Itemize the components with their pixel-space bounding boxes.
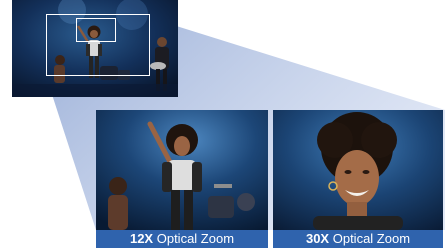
30x-caption-text: Optical Zoom	[329, 231, 411, 246]
12x-caption-label: 12X Optical Zoom	[96, 230, 268, 248]
30x-zoom-photo	[273, 110, 443, 230]
30x-caption-label: 30X Optical Zoom	[273, 230, 443, 248]
12x-caption-strong: 12X	[129, 231, 154, 246]
30x-caption-strong: 30X	[305, 231, 330, 246]
zoom-comparison-graphic: 12X Optical Zoom 30X Optical Zoom	[0, 0, 445, 248]
12x-zoom-photo	[96, 110, 268, 230]
12x-caption-text: Optical Zoom	[153, 231, 235, 246]
30x-zoom-region-frame	[76, 18, 116, 42]
overview-photo	[12, 0, 178, 97]
